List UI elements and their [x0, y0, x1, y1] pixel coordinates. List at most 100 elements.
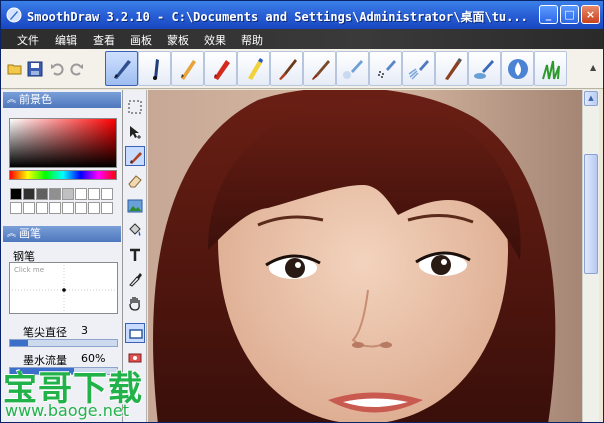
- airbrush-icon: [343, 60, 363, 79]
- splatter-brush-button[interactable]: [402, 51, 435, 86]
- tip-diameter-value: 3: [81, 324, 88, 337]
- foreground-color-header[interactable]: ︽ 前景色: [3, 92, 121, 108]
- brush-header[interactable]: ︽ 画笔: [3, 226, 121, 242]
- dry-brush-button[interactable]: [435, 51, 468, 86]
- crayon-brush-button[interactable]: [204, 51, 237, 86]
- water-brush-icon: [474, 60, 494, 79]
- brush-tool[interactable]: [125, 146, 145, 166]
- collapse-chevron-icon[interactable]: ︽: [7, 92, 16, 108]
- swatch-empty[interactable]: [49, 202, 61, 214]
- swatch-dark-gray[interactable]: [23, 188, 35, 200]
- app-window: SmoothDraw 3.2.10 - C:\Documents and Set…: [0, 0, 604, 423]
- swatch-empty[interactable]: [62, 202, 74, 214]
- marquee-icon: [128, 100, 142, 114]
- vertical-scrollbar[interactable]: ▲: [582, 90, 599, 422]
- swatch-empty[interactable]: [75, 202, 87, 214]
- pen-brush-button[interactable]: [105, 51, 138, 86]
- swatch-gray[interactable]: [36, 188, 48, 200]
- text-tool[interactable]: [125, 245, 145, 265]
- splatter-icon: [408, 60, 429, 80]
- tip-diameter-label: 笔尖直径: [23, 326, 67, 339]
- open-icon[interactable]: [7, 61, 23, 77]
- eyedropper-icon: [129, 273, 142, 287]
- spray-brush-button[interactable]: [369, 51, 402, 86]
- undo-icon[interactable]: [49, 61, 65, 77]
- swatch-empty[interactable]: [101, 188, 113, 200]
- marker-icon: [248, 58, 263, 80]
- crosshair-icon: [12, 265, 117, 313]
- menu-view[interactable]: 查看: [93, 32, 115, 48]
- paint-bucket-icon: [129, 223, 141, 236]
- menu-edit[interactable]: 编辑: [55, 32, 77, 48]
- swatch-empty[interactable]: [23, 202, 35, 214]
- maximize-button[interactable]: □: [560, 5, 579, 24]
- swatch-empty[interactable]: [101, 202, 113, 214]
- minimize-button[interactable]: _: [539, 5, 558, 24]
- fill-tool[interactable]: [125, 220, 145, 240]
- menu-mask[interactable]: 蒙板: [167, 32, 189, 48]
- tip-diameter-fill: [10, 340, 28, 346]
- color-picker[interactable]: [9, 118, 117, 168]
- toolbar: ▲: [1, 49, 603, 89]
- move-arrow-icon: [130, 126, 141, 139]
- scroll-thumb[interactable]: [584, 154, 598, 274]
- flat-brush-button[interactable]: [270, 51, 303, 86]
- menu-file[interactable]: 文件: [17, 32, 39, 48]
- flat-brush-icon: [279, 59, 297, 80]
- round-brush-icon: [312, 60, 330, 80]
- scroll-up-icon[interactable]: ▲: [584, 91, 598, 106]
- menu-help[interactable]: 帮助: [241, 32, 263, 48]
- select-tool[interactable]: [125, 97, 145, 117]
- blur-brush-button[interactable]: [501, 51, 534, 86]
- grass-icon: [542, 60, 560, 80]
- toolbar-scroll-icon[interactable]: ▲: [590, 63, 599, 75]
- hand-icon: [129, 297, 140, 311]
- brush-icon: [130, 152, 142, 164]
- swatch-black[interactable]: [10, 188, 22, 200]
- image-tool[interactable]: [125, 196, 145, 216]
- picture-icon: [127, 199, 143, 213]
- tip-diameter-slider[interactable]: [9, 339, 118, 347]
- move-tool[interactable]: [125, 122, 145, 142]
- marker-brush-button[interactable]: [237, 51, 270, 86]
- swatch-light-gray[interactable]: [62, 188, 74, 200]
- swatch-empty[interactable]: [88, 188, 100, 200]
- spray-icon: [378, 60, 396, 78]
- menu-effects[interactable]: 效果: [204, 32, 226, 48]
- swatch-empty[interactable]: [88, 202, 100, 214]
- menu-canvas[interactable]: 画板: [130, 32, 152, 48]
- round-brush-button[interactable]: [303, 51, 336, 86]
- hue-strip[interactable]: [9, 170, 117, 180]
- watermark-url: www.baoge.net: [5, 401, 129, 420]
- eraser-tool[interactable]: [125, 171, 145, 191]
- redo-icon[interactable]: [69, 61, 85, 77]
- text-icon: [130, 248, 140, 261]
- water-brush-button[interactable]: [468, 51, 501, 86]
- collapse-chevron-icon[interactable]: ︽: [7, 226, 16, 242]
- swatch-mid-gray[interactable]: [49, 188, 61, 200]
- eraser-icon: [128, 175, 142, 188]
- airbrush-button[interactable]: [336, 51, 369, 86]
- app-icon: [6, 7, 22, 23]
- ink-pen-brush-button[interactable]: [138, 51, 171, 86]
- dry-brush-icon: [445, 58, 462, 80]
- swatch-empty[interactable]: [36, 202, 48, 214]
- foreground-color-title: 前景色: [19, 93, 52, 106]
- pencil-brush-button[interactable]: [171, 51, 204, 86]
- canvas[interactable]: [148, 90, 582, 422]
- rectangle-icon: [129, 329, 143, 339]
- swatch-empty[interactable]: [10, 202, 22, 214]
- blur-icon: [508, 59, 528, 79]
- title-bar[interactable]: SmoothDraw 3.2.10 - C:\Documents and Set…: [1, 1, 603, 29]
- close-button[interactable]: ×: [581, 5, 600, 24]
- ink-pen-icon: [153, 59, 159, 80]
- eyedropper-tool[interactable]: [125, 269, 145, 289]
- grass-brush-button[interactable]: [534, 51, 567, 86]
- save-icon[interactable]: [27, 61, 43, 77]
- swatch-white[interactable]: [75, 188, 87, 200]
- brush-preview-box[interactable]: Click me: [9, 262, 118, 314]
- window-title: SmoothDraw 3.2.10 - C:\Documents and Set…: [27, 10, 528, 24]
- pencil-icon: [181, 60, 196, 80]
- rectangle-tool[interactable]: [125, 323, 145, 343]
- hand-tool[interactable]: [125, 293, 145, 313]
